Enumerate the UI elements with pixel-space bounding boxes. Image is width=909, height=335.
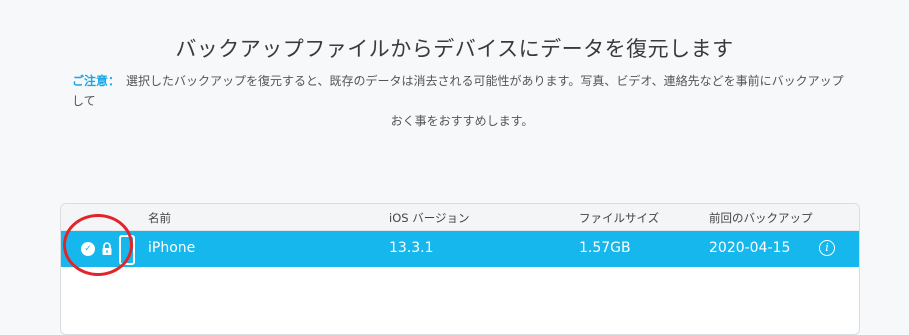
notice-line-1: 選択したバックアップを復元すると、既存のデータは消去される可能性があります。写真… [72, 74, 844, 108]
last-backup-value: 2020-04-15 [709, 240, 791, 256]
backup-table: 名前 iOS バージョン ファイルサイズ 前回のバックアップ ✓ iPhone … [60, 203, 860, 335]
table-row[interactable]: ✓ iPhone 13.3.1 1.57GB 2020-04-15 i [61, 231, 859, 267]
notice-text: ご注意： 選択したバックアップを復元すると、既存のデータは消去される可能性がありま… [72, 71, 852, 131]
ios-version-value: 13.3.1 [389, 240, 434, 256]
page-title: バックアップファイルからデバイスにデータを復元します [175, 37, 734, 61]
column-header-ios-version[interactable]: iOS バージョン [389, 210, 469, 226]
column-header-name[interactable]: 名前 [148, 210, 171, 226]
highlight-circle [63, 214, 133, 276]
table-header: 名前 iOS バージョン ファイルサイズ 前回のバックアップ [61, 204, 859, 231]
file-size-value: 1.57GB [579, 240, 631, 256]
device-name: iPhone [148, 240, 196, 256]
column-header-last-backup[interactable]: 前回のバックアップ [709, 210, 813, 226]
info-icon[interactable]: i [819, 240, 835, 256]
notice-label: ご注意： [72, 74, 121, 88]
notice-line-2: おく事をおすすめします。 [390, 114, 534, 128]
column-header-file-size[interactable]: ファイルサイズ [579, 210, 659, 226]
